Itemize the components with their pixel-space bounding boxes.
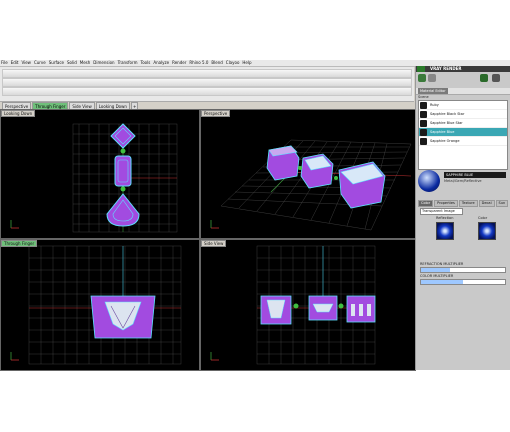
render-icon[interactable] (480, 74, 488, 82)
viewport-label[interactable]: Perspective (201, 110, 231, 117)
command-history (2, 78, 412, 87)
material-list-item[interactable]: Sapphire Orange (419, 137, 507, 146)
viewport-side-view[interactable]: Side View (200, 239, 416, 371)
axis-gizmo-icon (10, 220, 19, 229)
viewport-label[interactable]: Looking Down (1, 110, 36, 117)
material-preview (418, 170, 440, 192)
add-tab-button[interactable]: + (130, 102, 139, 109)
material-list-item[interactable]: Ruby (419, 101, 507, 110)
image-dropdown[interactable]: Transparent Image (420, 208, 463, 215)
render-button[interactable] (418, 74, 426, 82)
material-thumbnail (420, 128, 427, 136)
viewport-tab[interactable]: Through Finger (32, 102, 69, 109)
vray-panel: VRAY RENDER Material Editor Scene Ruby Sa… (415, 66, 510, 370)
material-thumbnail (420, 119, 427, 127)
viewport-tab[interactable]: Perspective (2, 102, 32, 109)
vray-header: VRAY RENDER (416, 66, 510, 72)
material-thumbnail (420, 101, 427, 109)
menu-items: File Edit View Curve Surface Solid Mesh Dimensi… (0, 60, 252, 66)
menu-item[interactable]: Mesh (80, 60, 91, 66)
material-thumbnail (420, 137, 427, 145)
material-list-item[interactable]: Sapphire Black Star (419, 110, 507, 119)
slider-label: REFRACTION MULTIPLIER (420, 262, 464, 266)
slider-label: COLOR MULTIPLIER (420, 274, 454, 278)
viewport-label[interactable]: Through Finger (1, 240, 38, 247)
vray-logo-icon (417, 66, 425, 72)
frame-buffer-icon[interactable] (492, 74, 500, 82)
material-label: Sapphire Blue (430, 130, 455, 134)
toolbar-area (0, 67, 414, 102)
axis-gizmo-icon (210, 220, 219, 229)
material-type: Metal/Gem/Reflective (444, 179, 482, 183)
material-label: Ruby (430, 103, 439, 107)
menu-item[interactable]: Rhino 5.0 (189, 60, 208, 66)
color-texture[interactable] (478, 222, 496, 240)
menu-item[interactable]: Curve (34, 60, 46, 66)
axis-gizmo-icon (10, 352, 19, 361)
menu-item[interactable]: Tools (140, 60, 150, 66)
menu-item[interactable]: Help (242, 60, 251, 66)
material-list-item[interactable]: Sapphire Blue (419, 128, 507, 137)
material-subtab[interactable]: Properties (434, 200, 458, 207)
material-list-item[interactable]: Sapphire Blue Star (419, 119, 507, 128)
menu-item[interactable]: Edit (11, 60, 19, 66)
viewport-label[interactable]: Side View (201, 240, 227, 247)
material-thumbnail (420, 110, 427, 118)
material-name[interactable]: SAPPHIRE BLUE (444, 172, 506, 178)
menu-item[interactable]: Blend (211, 60, 222, 66)
material-list: Ruby Sapphire Black Star Sapphire Blue Sta… (418, 100, 508, 170)
side-view-drawing (210, 245, 376, 365)
scene-label: Scene (418, 95, 429, 99)
reflection-label: Reflection (436, 216, 454, 220)
material-subtab[interactable]: Texture (458, 200, 478, 207)
viewport-tab[interactable]: Looking Down (95, 102, 130, 109)
material-subtab[interactable]: Color (418, 200, 434, 207)
refraction-slider[interactable] (420, 267, 506, 273)
menu-item[interactable]: Dimension (93, 60, 114, 66)
material-label: Sapphire Orange (430, 139, 460, 143)
perspective-drawing (210, 139, 412, 231)
tab-material-editor[interactable]: Material Editor (418, 88, 448, 94)
material-subtab[interactable]: Sun (495, 200, 509, 207)
material-label: Sapphire Blue Star (430, 121, 463, 125)
menu-item[interactable]: Surface (49, 60, 64, 66)
axis-gizmo-icon (210, 352, 219, 361)
menu-item[interactable]: Render (172, 60, 186, 66)
color-label: Color (478, 216, 488, 220)
command-line[interactable] (2, 69, 412, 78)
material-label: Sapphire Black Star (430, 112, 465, 116)
menu-item[interactable]: Transform (118, 60, 138, 66)
color-slider[interactable] (420, 279, 506, 285)
menu-item[interactable]: Clayoo (226, 60, 240, 66)
viewport-tab[interactable]: Side View (69, 102, 95, 109)
viewport-tabs: Perspective Through Finger Side View Lookin… (0, 102, 139, 109)
settings-icon[interactable] (428, 74, 436, 82)
menu-item[interactable]: Solid (67, 60, 77, 66)
vray-title: VRAY RENDER (430, 66, 462, 71)
top-view-drawing (10, 123, 178, 233)
material-subtab[interactable]: Decal (478, 200, 495, 207)
reflection-texture[interactable] (436, 222, 454, 240)
menu-item[interactable]: View (21, 60, 31, 66)
menu-item[interactable]: File (1, 60, 8, 66)
viewport-looking-down[interactable]: Looking Down (0, 109, 200, 239)
viewport-perspective[interactable]: Perspective (200, 109, 416, 239)
menu-item[interactable]: Analyze (153, 60, 169, 66)
viewport-through-finger[interactable]: Through Finger (0, 239, 200, 371)
material-subtabs: Color Properties Texture Decal Sun (418, 200, 509, 207)
front-view-drawing (10, 245, 182, 365)
rhino-app-window: File Edit View Curve Surface Solid Mesh Dimensi… (0, 60, 510, 371)
toolbar-row[interactable] (2, 87, 412, 96)
